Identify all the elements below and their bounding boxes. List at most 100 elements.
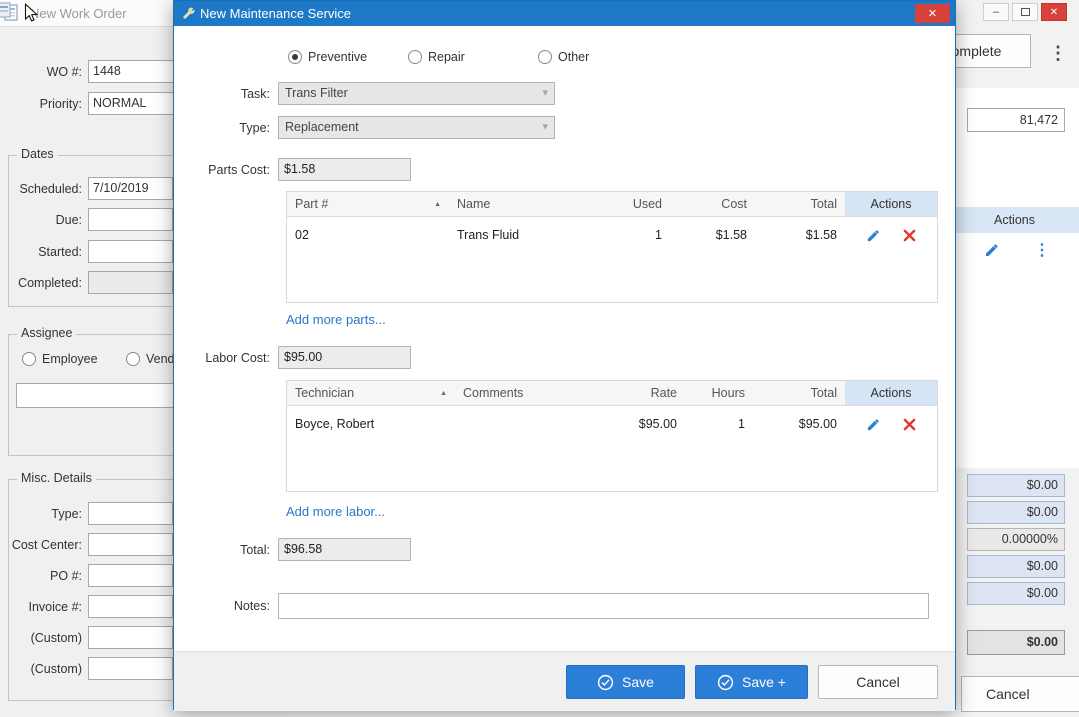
notes-row: Notes: — [174, 593, 929, 619]
parts-header-cost[interactable]: Cost — [670, 192, 755, 216]
task-dropdown[interactable]: Trans Filter ▾ — [278, 82, 555, 105]
percent-field[interactable]: 0.00000% — [967, 528, 1065, 551]
parts-table-row[interactable]: 02 Trans Fluid 1 $1.58 $1.58 — [287, 217, 937, 253]
maximize-icon — [1020, 8, 1030, 16]
kebab-icon: ⋮ — [1034, 242, 1050, 259]
column-label: Actions — [870, 197, 912, 211]
add-more-parts-link[interactable]: Add more parts... — [286, 312, 386, 327]
radio-repair[interactable]: Repair — [408, 50, 465, 64]
labor-header-total[interactable]: Total — [753, 381, 845, 405]
task-row: Task: Trans Filter ▾ — [174, 82, 555, 105]
custom2-input[interactable] — [88, 657, 173, 680]
radio-repair-icon — [408, 50, 422, 64]
labor-header-hours[interactable]: Hours — [685, 381, 753, 405]
close-window-button[interactable]: ✕ — [1041, 3, 1067, 21]
parts-header-name[interactable]: Name — [449, 192, 600, 216]
radio-preventive-icon — [288, 50, 302, 64]
part-name-cell: Trans Fluid — [457, 228, 520, 242]
kebab-icon: ⋮ — [1049, 42, 1067, 63]
scheduled-input[interactable]: 7/10/2019 — [88, 177, 173, 200]
scheduled-row: Scheduled: 7/10/2019 — [0, 177, 173, 200]
radio-preventive[interactable]: Preventive — [288, 50, 367, 64]
amount-field-3[interactable]: $0.00 — [967, 555, 1065, 578]
dialog-cancel-button[interactable]: Cancel — [818, 665, 938, 699]
started-label: Started: — [38, 244, 82, 259]
priority-input[interactable]: NORMAL — [88, 92, 180, 115]
amount-field-2[interactable]: $0.00 — [967, 501, 1065, 524]
total-label: Total: — [240, 542, 270, 557]
misc-details-group-title: Misc. Details — [17, 471, 96, 485]
column-label: Actions — [870, 386, 912, 400]
save-plus-button-label: Save + — [742, 674, 786, 690]
edit-icon[interactable] — [866, 228, 881, 243]
save-button-label: Save — [622, 674, 654, 690]
column-label: Cost — [721, 197, 747, 211]
amount-field-1[interactable]: $0.00 — [967, 474, 1065, 497]
cost-center-input[interactable] — [88, 533, 173, 556]
labor-header-technician[interactable]: Technician ▲ — [287, 381, 455, 405]
started-input[interactable] — [88, 240, 173, 263]
amount-field-4[interactable]: $0.00 — [967, 582, 1065, 605]
row-more-options-button[interactable]: ⋮ — [1032, 238, 1052, 262]
column-label: Rate — [650, 386, 677, 400]
delete-icon[interactable] — [903, 229, 916, 242]
labor-total-cell: $95.00 — [798, 417, 837, 431]
labor-header-comments[interactable]: Comments — [455, 381, 607, 405]
app-root: New Work Order WO #: 1448 Priority: NORM… — [0, 0, 1079, 717]
dialog-titlebar[interactable]: New Maintenance Service ✕ — [174, 1, 955, 26]
parts-cost-label: Parts Cost: — [208, 162, 270, 177]
total-input: $96.58 — [278, 538, 411, 561]
parts-header-total[interactable]: Total — [755, 192, 845, 216]
column-label: Total — [810, 197, 837, 211]
dates-group-title: Dates — [17, 147, 58, 161]
maximize-button[interactable] — [1012, 3, 1038, 21]
po-number-input[interactable] — [88, 564, 173, 587]
misc-type-input[interactable] — [88, 502, 173, 525]
dialog-close-button[interactable]: ✕ — [915, 4, 950, 23]
column-label: Total — [810, 386, 837, 400]
cost-center-label: Cost Center: — [11, 537, 82, 552]
po-number-label: PO #: — [50, 568, 82, 583]
hours-cell: 1 — [738, 417, 745, 431]
radio-employee[interactable]: Employee — [22, 352, 98, 366]
type-dropdown[interactable]: Replacement ▾ — [278, 116, 555, 139]
add-more-labor-link[interactable]: Add more labor... — [286, 504, 385, 519]
labor-header-rate[interactable]: Rate — [607, 381, 685, 405]
minimize-button[interactable]: – — [983, 3, 1009, 21]
edit-icon[interactable] — [984, 242, 1000, 258]
technician-cell: Boyce, Robert — [295, 417, 375, 431]
wo-number-label: WO #: — [46, 64, 82, 79]
more-options-button[interactable]: ⋮ — [1047, 40, 1069, 66]
misc-type-row: Type: — [0, 502, 173, 525]
invoice-number-input[interactable] — [88, 595, 173, 618]
mouse-cursor — [24, 3, 39, 24]
labor-table-header: Technician ▲ Comments Rate Hours Total A… — [287, 381, 937, 406]
notes-input[interactable] — [278, 593, 929, 619]
save-plus-button[interactable]: Save + — [695, 665, 808, 699]
invoice-number-row: Invoice #: — [0, 595, 173, 618]
save-button[interactable]: Save — [566, 665, 685, 699]
meter-input[interactable]: 81,472 — [967, 108, 1065, 132]
part-number-cell: 02 — [295, 228, 309, 242]
parts-cost-input[interactable]: $1.58 — [278, 158, 411, 181]
labor-cost-input[interactable]: $95.00 — [278, 346, 411, 369]
check-circle-icon — [717, 674, 734, 691]
type-dropdown-value: Replacement — [285, 120, 359, 134]
custom2-label: (Custom) — [30, 661, 82, 676]
wo-number-input[interactable]: 1448 — [88, 60, 180, 83]
dialog-footer: Save Save + Cancel — [174, 651, 955, 711]
edit-icon[interactable] — [866, 417, 881, 432]
radio-repair-label: Repair — [428, 50, 465, 64]
radio-other[interactable]: Other — [538, 50, 589, 64]
due-input[interactable] — [88, 208, 173, 231]
cancel-button-background[interactable]: Cancel — [961, 676, 1079, 712]
parts-header-used[interactable]: Used — [600, 192, 670, 216]
radio-employee-label: Employee — [42, 352, 98, 366]
parts-header-part[interactable]: Part # ▲ — [287, 192, 449, 216]
radio-vendor-icon — [126, 352, 140, 366]
po-number-row: PO #: — [0, 564, 173, 587]
delete-icon[interactable] — [903, 418, 916, 431]
labor-table-row[interactable]: Boyce, Robert $95.00 1 $95.00 — [287, 406, 937, 442]
custom1-input[interactable] — [88, 626, 173, 649]
chevron-down-icon: ▾ — [542, 121, 548, 133]
